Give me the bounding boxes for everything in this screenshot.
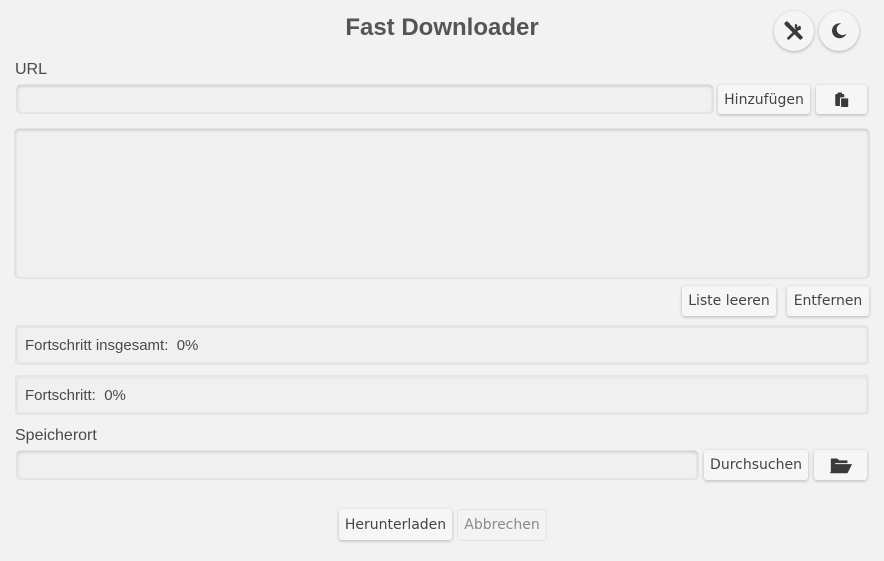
app-title: Fast Downloader: [345, 14, 539, 41]
add-url-button[interactable]: Hinzufügen: [718, 85, 810, 114]
cancel-button[interactable]: Abbrechen: [458, 510, 546, 540]
current-progress-value: 0%: [104, 386, 126, 404]
open-folder-button[interactable]: [814, 450, 867, 480]
storage-path-input[interactable]: [17, 451, 698, 479]
moon-icon: [832, 23, 847, 39]
url-input[interactable]: [17, 85, 713, 113]
clear-list-button[interactable]: Liste leeren: [682, 286, 776, 316]
total-progress-label: Fortschritt insgesamt:: [25, 336, 169, 354]
paste-button[interactable]: [816, 85, 867, 114]
theme-toggle-button[interactable]: [819, 11, 859, 51]
url-list[interactable]: [15, 129, 869, 278]
current-progress-bar: Fortschritt: 0%: [15, 375, 869, 415]
tools-icon: [784, 21, 803, 40]
clipboard-paste-icon: [834, 92, 849, 108]
storage-label: Speicherort: [15, 427, 97, 444]
url-label: URL: [15, 61, 48, 78]
settings-button[interactable]: [774, 11, 814, 51]
remove-button[interactable]: Entfernen: [787, 286, 869, 316]
current-progress-label: Fortschritt:: [25, 386, 96, 404]
total-progress-value: 0%: [176, 336, 199, 354]
download-button[interactable]: Herunterladen: [339, 509, 452, 540]
browse-button[interactable]: Durchsuchen: [704, 450, 808, 480]
total-progress-bar: Fortschritt insgesamt: 0%: [15, 325, 869, 365]
folder-open-icon: [829, 458, 852, 474]
